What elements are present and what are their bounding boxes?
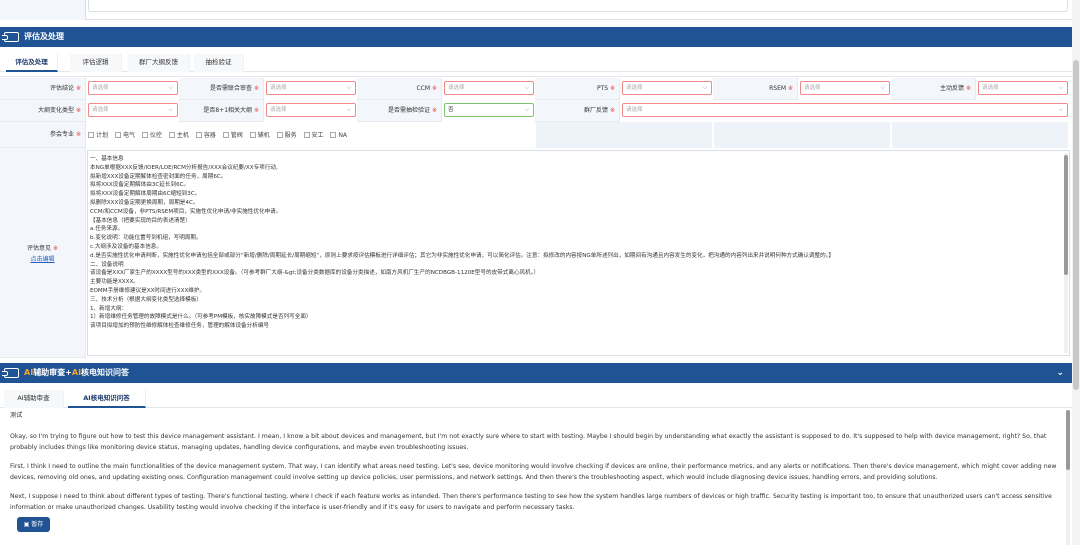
active-feedback-select[interactable]: 请选择 ⌵ xyxy=(978,81,1068,95)
section-toggle-icon xyxy=(2,368,19,378)
page-scrollbar[interactable] xyxy=(1072,0,1080,545)
label-participants: 参会专业 ※ xyxy=(0,122,86,148)
checkbox-instrument[interactable]: 仪控 xyxy=(141,130,162,139)
save-draft-button[interactable]: ▣ 暂存 xyxy=(17,517,50,532)
tab-ai-review[interactable]: AI辅助审查 xyxy=(4,390,64,408)
plant-feedback-select[interactable]: 请选择 ⌵ xyxy=(622,103,1068,117)
edit-link[interactable]: 点击编辑 xyxy=(0,254,85,263)
rsem-select[interactable]: 请选择 ⌵ xyxy=(800,81,890,95)
tab-sampling[interactable]: 抽检验证 xyxy=(194,54,244,72)
section-toggle-icon xyxy=(2,32,19,42)
label-joint-review: 是否需联合审查 ※ xyxy=(179,78,264,100)
opinion-line: 拟删除XXX设备定期更换周期，周期是4C。 xyxy=(90,199,199,206)
ai-title-part: 核电知识问答 xyxy=(81,368,130,377)
opinion-line: d.是否实施性优化申请判断，实施性优化申请包括全部或部分“新增/删除/周期延长/… xyxy=(90,252,835,259)
opinion-line: 拟新增XXX设备定期解体检查密封面的任务，周期6C。 xyxy=(90,173,227,180)
opinion-line: c.大纲涉及设备的基本信息。 xyxy=(90,243,162,250)
empty-cell xyxy=(892,122,1068,148)
checkbox-electrical[interactable]: 电气 xyxy=(114,130,135,139)
opinion-line: 拟将XXX设备定期解体周期由6C缩短到3C。 xyxy=(90,191,201,198)
opinion-line: 该设备是XXX厂家生产的XXXX型号的XXX类型的XXX设备。（可参考群厂大纲-… xyxy=(90,270,540,277)
checkbox-valve[interactable]: 管阀 xyxy=(222,130,243,139)
opinion-line: 【基本信息（把要实现的目的表述清楚） xyxy=(90,217,191,224)
ccm-select[interactable]: 请选择 ⌵ xyxy=(444,81,534,95)
opinion-line: 拟将XXX设备定期解体由3C延长到6C。 xyxy=(90,182,190,189)
opinion-line: a.任务来源。 xyxy=(90,226,124,233)
ai-paragraph: First, I think I need to outline the mai… xyxy=(10,463,1057,481)
label-plant-feedback: 群厂反馈 ※ xyxy=(535,100,620,122)
tab-ai-qa[interactable]: AI核电知识问答 xyxy=(68,390,146,408)
label-opinion: 评估意见 ※ 点击编辑 xyxy=(0,148,86,358)
label-active-feedback: 主动反馈 ※ xyxy=(891,78,976,100)
ai-paragraph: 测试 xyxy=(10,412,23,419)
label-change-type: 大纲变化类型 ※ xyxy=(0,100,86,122)
opinion-line: 三、技术分析（根据大纲变化类型选择模板） xyxy=(90,296,202,303)
sampling-verify-select[interactable]: 否 ⌵ xyxy=(444,103,534,117)
participants-checkboxes: 计划 电气 仪控 主机 容器 管阀 辅机 服务 安工 NA xyxy=(88,130,352,142)
ai-response: 测试 Okay, so I'm trying to figure out how… xyxy=(10,410,1062,545)
pts-select[interactable]: 请选择 ⌵ xyxy=(622,81,712,95)
opinion-text: 一、基本信息本NG单根据XXX反馈/IOER/LOE/RCM分析报告/XXX会议… xyxy=(90,155,1067,331)
checkbox-auxiliary[interactable]: 辅机 xyxy=(249,130,270,139)
empty-cell xyxy=(714,122,890,148)
ai-section-header[interactable]: AI辅助审查+AI核电知识问答 ⌄ xyxy=(0,363,1072,383)
tab-evaluation[interactable]: 评估及处理 xyxy=(6,54,58,72)
ai-title-part: AI xyxy=(71,368,82,377)
label-ccm: CCM ※ xyxy=(357,78,442,100)
previous-section-tail xyxy=(0,0,1072,20)
checkbox-main-machine[interactable]: 主机 xyxy=(168,130,189,139)
ai-paragraph: Next, I suppose I need to think about di… xyxy=(10,493,1052,511)
joint-review-select[interactable]: 请选择 ⌵ xyxy=(266,81,356,95)
ai-title-part: AI xyxy=(24,368,34,377)
ai-title-part: 辅助审查+ xyxy=(33,368,72,377)
previous-textarea[interactable] xyxy=(88,0,1068,12)
label-8plus1: 是否8+1相关大纲 ※ xyxy=(179,100,264,122)
checkbox-safety[interactable]: 安工 xyxy=(303,130,324,139)
checkbox-service[interactable]: 服务 xyxy=(276,130,297,139)
label-conclusion: 评估结论 ※ xyxy=(0,78,86,100)
label-rsem: RSEM ※ xyxy=(713,78,798,100)
eval-section-title: 评估及处理 xyxy=(24,32,64,41)
opinion-line: CCM/和CCM设备，非PTS/RSEM项目，实施性优化申请/非实施性优化申请。 xyxy=(90,208,282,215)
opinion-line: 1）新增维修任务管理的故障模式是什么。（可参考PM模板，核实故障模式是否列写全面… xyxy=(90,314,312,321)
tab-logic[interactable]: 评估逻辑 xyxy=(70,54,122,72)
checkbox-na[interactable]: NA xyxy=(330,132,347,139)
ai-paragraph: Okay, so I'm trying to figure out how to… xyxy=(10,433,1047,451)
opinion-line: 1、新增大纲： xyxy=(90,305,128,312)
chevron-down-icon[interactable]: ⌄ xyxy=(1056,363,1064,383)
ai-tabs: AI辅助审查 AI核电知识问答 xyxy=(0,390,1072,408)
empty-cell xyxy=(536,122,712,148)
8plus1-select[interactable]: 请选择 ⌵ xyxy=(266,103,356,117)
change-type-select[interactable]: 请选择 ⌵ xyxy=(88,103,178,117)
opinion-line: 二、设备说明 xyxy=(90,261,124,268)
eval-section-header[interactable]: 评估及处理 xyxy=(0,27,1072,47)
eval-tabs: 评估及处理 评估逻辑 群厂大纲反馈 抽检验证 xyxy=(0,54,1072,72)
ai-scrollbar[interactable] xyxy=(1066,410,1070,545)
opinion-line: 一、基本信息 xyxy=(90,156,124,162)
label-pts: PTS ※ xyxy=(535,78,620,100)
opinion-textarea[interactable]: 一、基本信息本NG单根据XXX反馈/IOER/LOE/RCM分析报告/XXX会议… xyxy=(87,150,1070,356)
opinion-line: b.变化说明：功能位置号到机组，写明周期。 xyxy=(90,235,202,242)
conclusion-select[interactable]: 请选择 ⌵ xyxy=(88,81,178,95)
opinion-line: 本NG单根据XXX反馈/IOER/LOE/RCM分析报告/XXX会议纪要/XX专… xyxy=(90,164,278,171)
checkbox-plan[interactable]: 计划 xyxy=(88,130,108,139)
opinion-line: 该项目拟增加的预防性维修解体检查维修任务，管理的解体设备分析编号 xyxy=(90,323,270,330)
tab-plant-feedback[interactable]: 群厂大纲反馈 xyxy=(128,54,190,72)
textarea-scrollbar[interactable] xyxy=(1064,153,1068,353)
opinion-line: 主要功能是XXXX。 xyxy=(90,279,139,286)
label-cell xyxy=(0,0,86,20)
checkbox-vessel[interactable]: 容器 xyxy=(195,130,216,139)
label-sampling-verify: 是否需抽检验证 ※ xyxy=(357,100,442,122)
opinion-line: EOMM手册维修建议是XX时间进行XXX维护。 xyxy=(90,287,206,294)
